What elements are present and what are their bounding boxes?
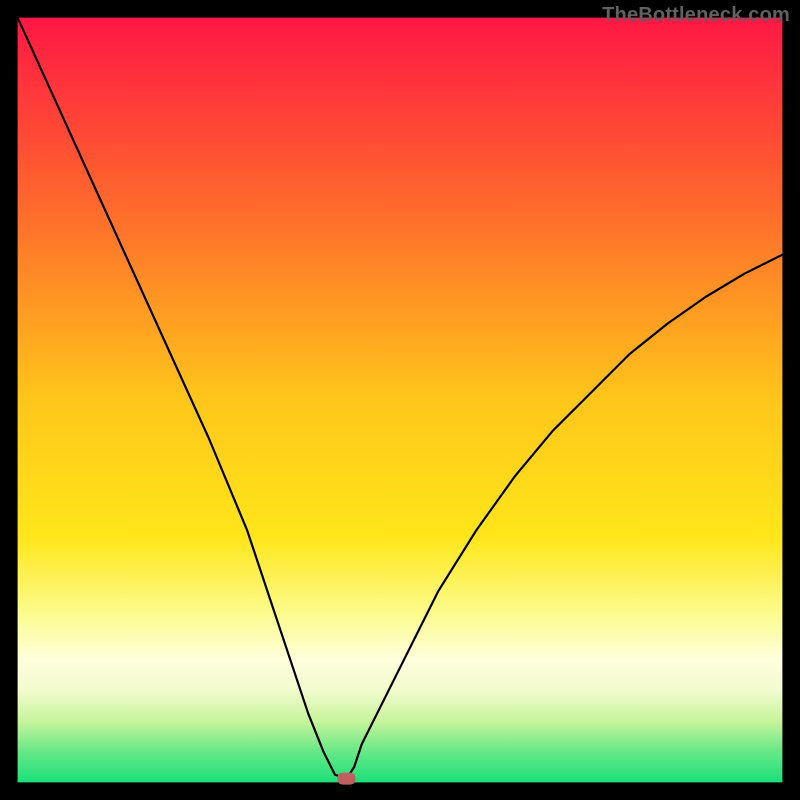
bottleneck-chart [0,0,800,800]
plot-area [18,18,783,785]
min-marker [337,773,355,785]
watermark-label: TheBottleneck.com [602,4,790,27]
chart-container: TheBottleneck.com [0,0,800,800]
